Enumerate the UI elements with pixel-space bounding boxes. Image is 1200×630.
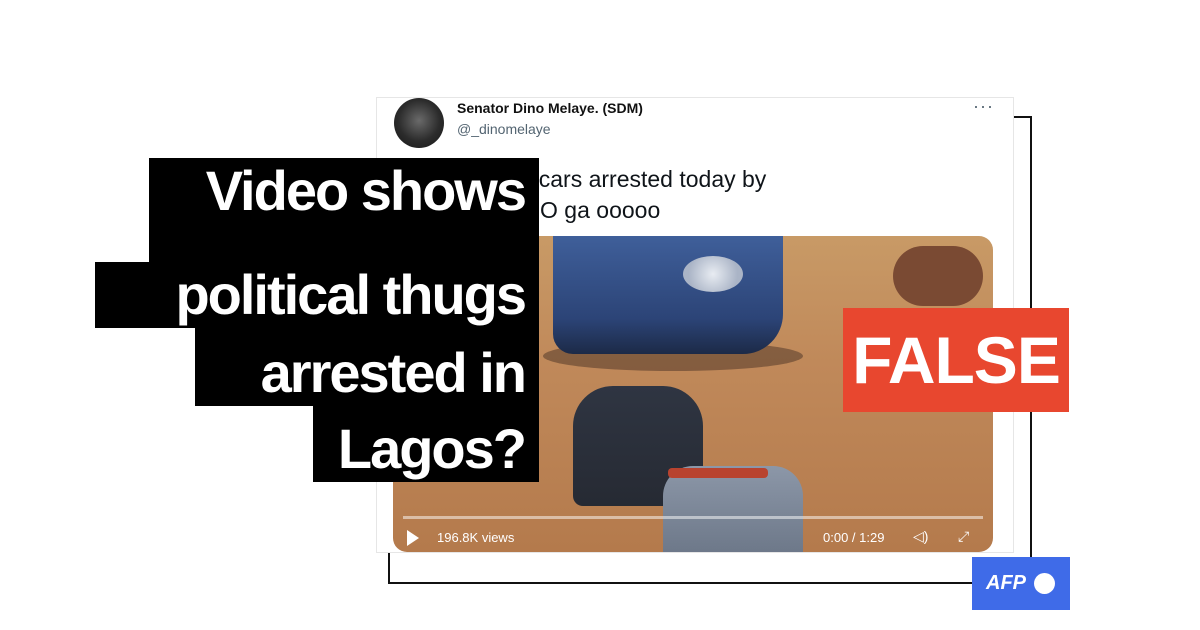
video-views: 196.8K views [437,530,515,545]
afp-logo-text: AFP [986,572,1026,594]
video-frame-car [553,236,783,354]
video-time: 0:00 / 1:29 [823,530,885,545]
video-frame-hand [893,246,983,306]
video-controls: 196.8K views 0:00 / 1:29 ◁) ⤢ [393,526,993,552]
volume-icon[interactable]: ◁) [913,528,928,545]
headline-line-1: Video shows [149,158,539,224]
author-handle[interactable]: @_dinomelaye [457,121,551,137]
headline-line-4: Lagos? [313,416,539,482]
afp-logo-dot-icon [1034,573,1055,594]
video-frame-headlight [683,256,743,292]
play-icon[interactable] [407,530,419,546]
author-name[interactable]: Senator Dino Melaye. (SDM) [457,100,643,116]
verdict-label: FALSE [843,308,1069,412]
headline-line-3: arrested in [195,340,539,406]
video-progress-bar[interactable] [403,516,983,519]
video-frame-belt [668,468,768,478]
more-dots-icon[interactable]: ··· [973,98,994,117]
fullscreen-icon[interactable]: ⤢ [958,528,969,545]
avatar[interactable] [394,98,444,148]
headline-line-2: political thugs [95,262,539,328]
afp-logo: AFP [972,557,1070,610]
headline-bg-connector [149,220,539,266]
